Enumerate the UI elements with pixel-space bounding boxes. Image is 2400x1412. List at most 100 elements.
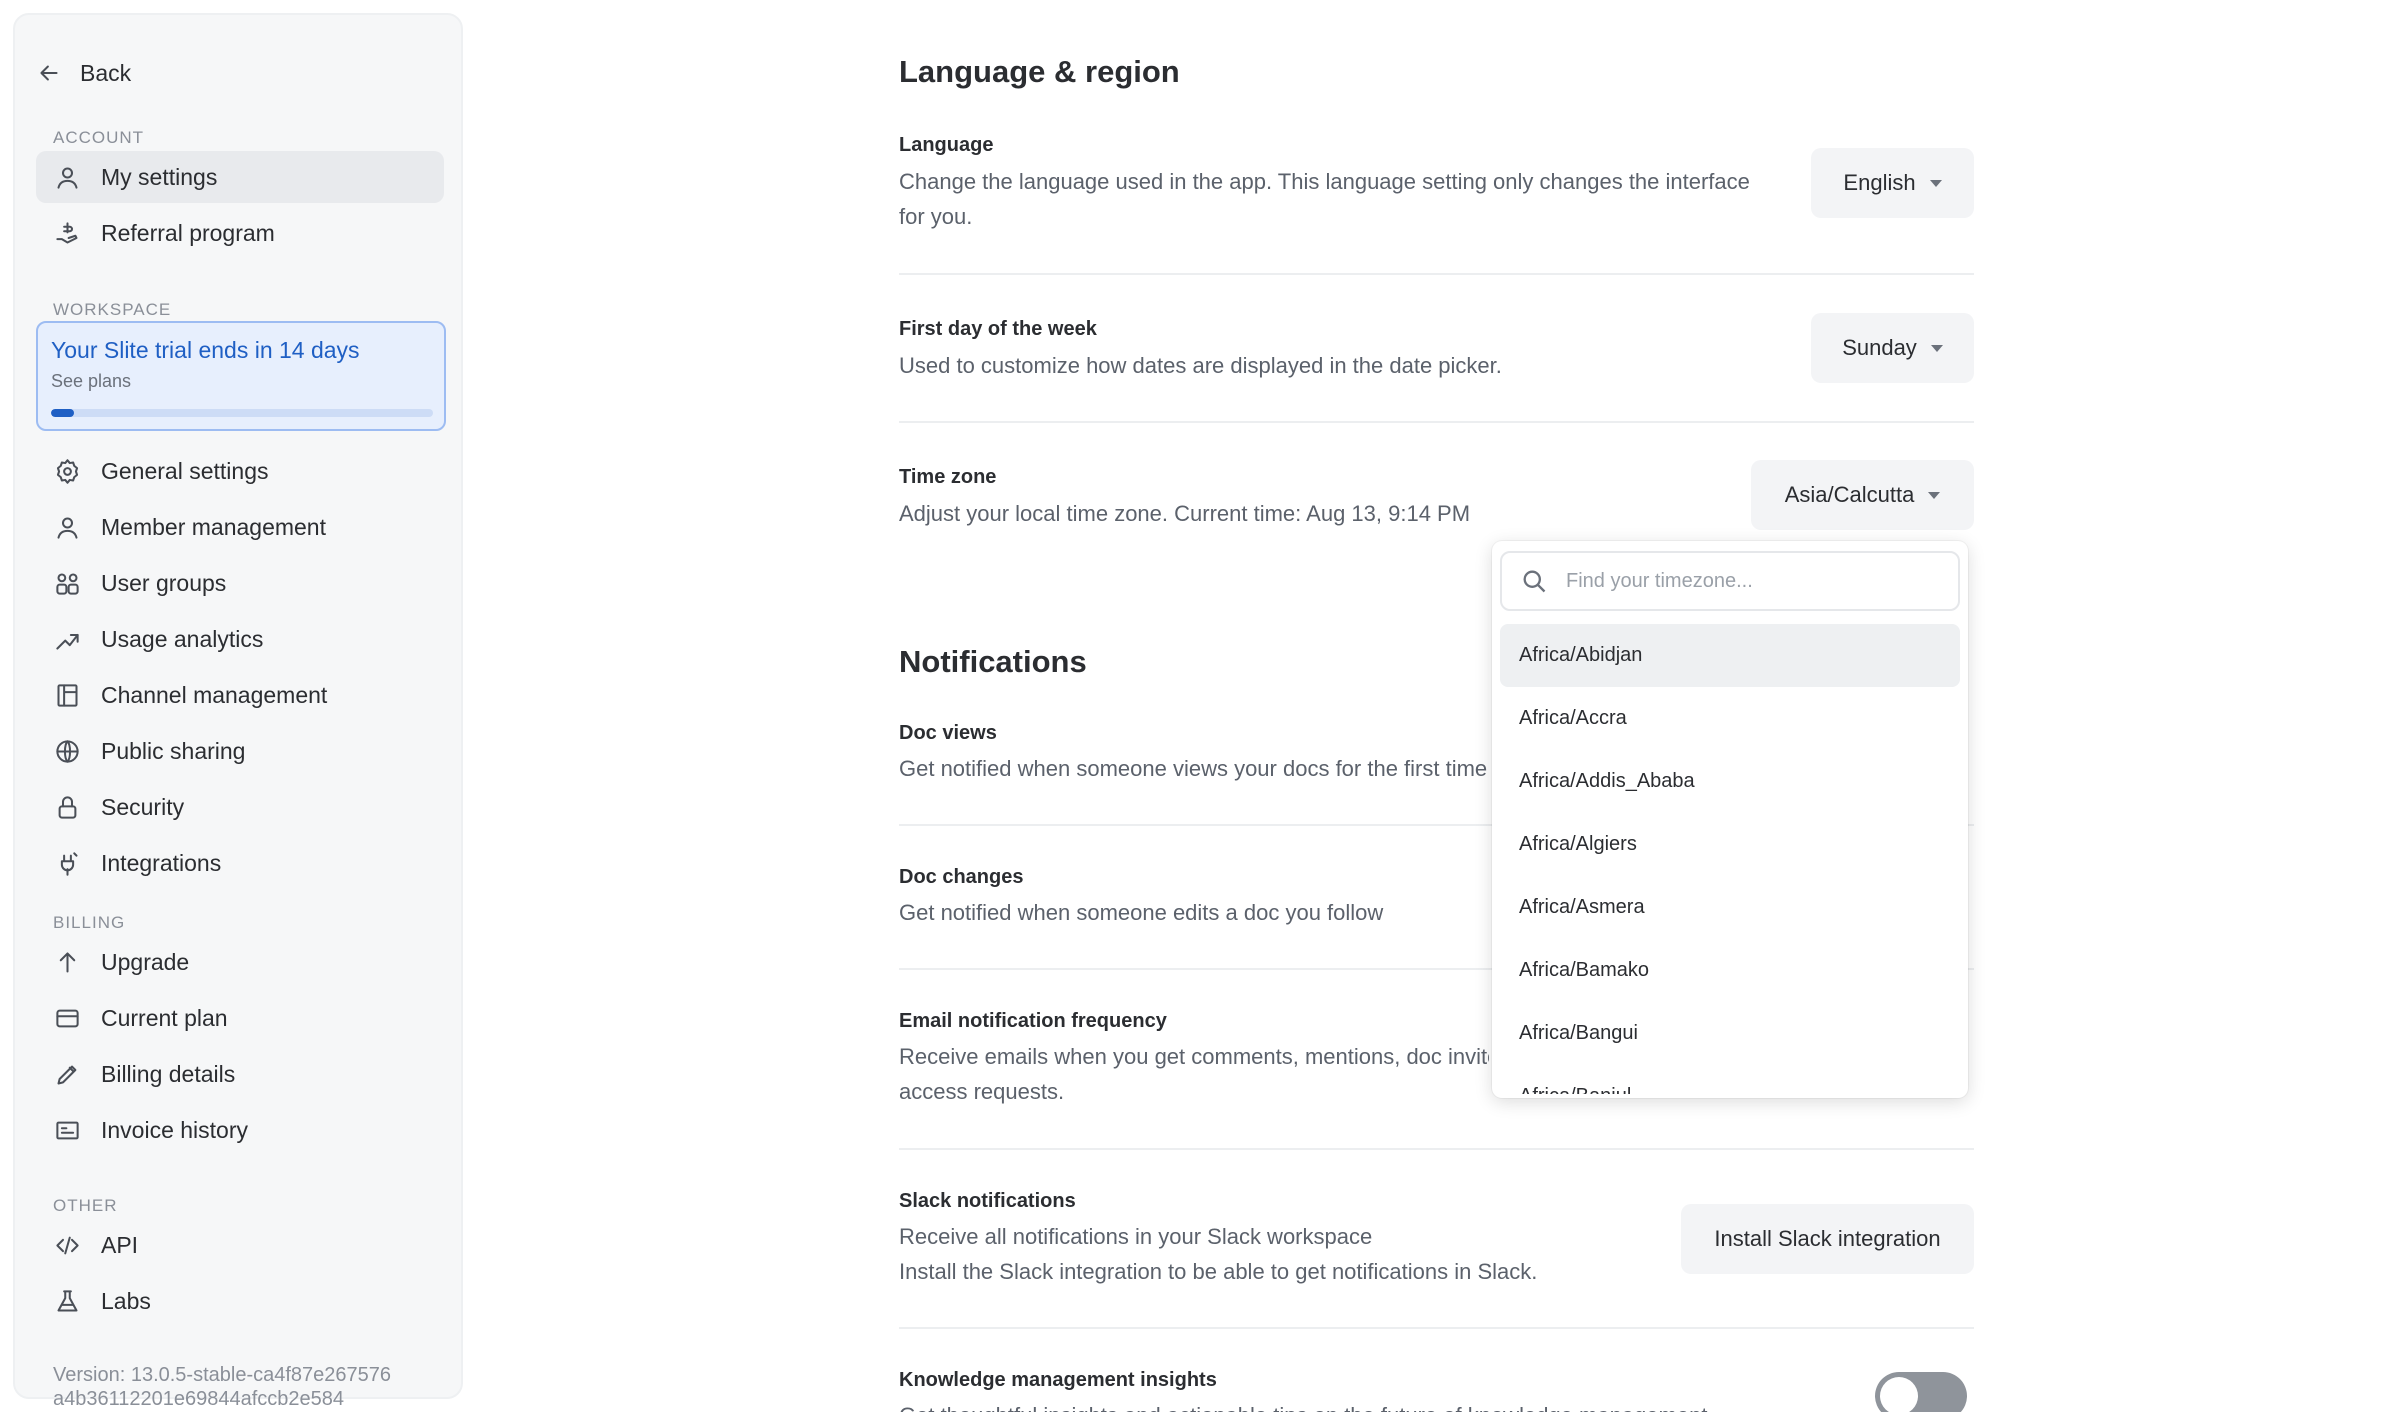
sidebar-item-channel-management[interactable]: Channel management — [36, 669, 444, 721]
setting-desc-line: Install the Slack integration to be able… — [899, 1259, 1538, 1284]
sidebar-item-upgrade[interactable]: Upgrade — [36, 936, 444, 988]
timezone-options-list[interactable]: Africa/Abidjan Africa/Accra Africa/Addis… — [1500, 624, 1960, 1094]
plug-icon — [60, 851, 78, 876]
install-slack-button[interactable]: Install Slack integration — [1681, 1204, 1974, 1274]
setting-desc-doc-views: Get notified when someone views your doc… — [899, 756, 1488, 781]
timezone-search-field[interactable] — [1500, 551, 1960, 611]
sidebar-item-api[interactable]: API — [36, 1219, 444, 1271]
setting-title-email-frequency: Email notification frequency — [899, 1010, 1167, 1032]
sidebar-item-label: API — [101, 1231, 139, 1258]
version-line-1: Version: 13.0.5-stable-ca4f87e267576 — [53, 1364, 392, 1386]
language-select-value: English — [1843, 170, 1916, 195]
arrow-left-icon — [40, 65, 58, 81]
trial-progress-fill — [51, 409, 74, 417]
setting-title-slack: Slack notifications — [899, 1190, 1076, 1212]
sidebar-item-labs[interactable]: Labs — [36, 1275, 444, 1327]
timezone-option[interactable]: Africa/Algiers — [1500, 813, 1960, 876]
sidebar-item-integrations[interactable]: Integrations — [36, 837, 444, 889]
users-icon — [56, 572, 79, 595]
timezone-option[interactable]: Africa/Bangui — [1500, 1002, 1960, 1065]
setting-title-km-insights: Knowledge management insights — [899, 1369, 1217, 1391]
timezone-option[interactable]: Africa/Addis_Ababa — [1500, 750, 1960, 813]
timezone-option[interactable]: Africa/Abidjan — [1500, 624, 1960, 687]
sidebar-item-label: Invoice history — [101, 1116, 249, 1143]
setting-title-timezone: Time zone — [899, 466, 997, 488]
setting-title-doc-changes: Doc changes — [899, 866, 1024, 888]
settings-sidebar: Back ACCOUNT My settings Referral progra… — [13, 13, 463, 1410]
divider — [899, 1327, 1974, 1329]
trial-title: Your Slite trial ends in 14 days — [51, 337, 360, 363]
sidebar-item-label: Public sharing — [101, 737, 246, 764]
setting-desc-line: Receive emails when you get comments, me… — [899, 1044, 1489, 1069]
km-insights-toggle[interactable] — [1875, 1372, 1967, 1412]
timezone-select-value: Asia/Calcutta — [1784, 482, 1915, 507]
sidebar-item-my-settings[interactable]: My settings — [36, 151, 444, 203]
code-icon — [56, 1236, 79, 1254]
toggle-knob — [1880, 1377, 1918, 1412]
timezone-select[interactable]: Asia/Calcutta — [1751, 460, 1974, 530]
flask-icon — [57, 1289, 78, 1312]
arrow-up-icon — [59, 951, 76, 973]
sidebar-item-label: Billing details — [101, 1060, 236, 1087]
sidebar-item-user-groups[interactable]: User groups — [36, 557, 444, 609]
setting-title-language: Language — [899, 134, 994, 156]
timezone-dropdown: Africa/Abidjan Africa/Accra Africa/Addis… — [1492, 541, 1968, 1098]
sidebar-item-usage-analytics[interactable]: Usage analytics — [36, 613, 444, 665]
timezone-search-input[interactable] — [1566, 569, 1946, 593]
sidebar-item-billing-details[interactable]: Billing details — [36, 1048, 444, 1100]
user-icon — [57, 166, 78, 189]
sidebar-item-label: User groups — [101, 569, 227, 596]
setting-desc-timezone: Adjust your local time zone. Current tim… — [899, 501, 1471, 526]
chevron-down-icon — [1928, 491, 1941, 499]
section-heading-notifications: Notifications — [899, 644, 1087, 679]
section-label-billing: BILLING — [53, 913, 126, 932]
sidebar-item-label: Security — [101, 793, 185, 820]
globe-icon — [56, 739, 79, 763]
sidebar-item-invoice-history[interactable]: Invoice history — [36, 1104, 444, 1156]
trial-banner[interactable]: Your Slite trial ends in 14 days See pla… — [36, 321, 446, 431]
first-day-select[interactable]: Sunday — [1811, 313, 1974, 383]
sidebar-item-current-plan[interactable]: Current plan — [36, 992, 444, 1044]
sidebar-item-label: Usage analytics — [101, 625, 264, 652]
section-label-other: OTHER — [53, 1196, 118, 1215]
section-label-workspace: WORKSPACE — [53, 300, 172, 319]
version-line-2: a4b36112201e69844afccb2e584 — [53, 1388, 345, 1410]
setting-desc-line: Change the language used in the app. Thi… — [899, 169, 1750, 194]
sidebar-item-referral-program[interactable]: Referral program — [36, 207, 444, 259]
setting-desc-line: for you. — [899, 204, 973, 229]
trend-icon — [56, 633, 79, 650]
see-plans-link[interactable]: See plans — [51, 371, 131, 392]
language-select[interactable]: English — [1811, 148, 1974, 218]
setting-desc-doc-changes: Get notified when someone edits a doc yo… — [899, 900, 1384, 925]
setting-desc-language: Change the language used in the app. Thi… — [899, 164, 1750, 234]
setting-desc-email-frequency: Receive emails when you get comments, me… — [899, 1039, 1489, 1109]
user-icon — [57, 516, 78, 539]
sidebar-item-member-management[interactable]: Member management — [36, 501, 444, 553]
divider — [899, 421, 1974, 423]
setting-desc-slack: Receive all notifications in your Slack … — [899, 1219, 1537, 1289]
back-label: Back — [80, 59, 132, 86]
chevron-down-icon — [1929, 179, 1942, 187]
sidebar-item-label: Current plan — [101, 1004, 228, 1031]
sidebar-item-label: Member management — [101, 513, 326, 540]
timezone-option[interactable]: Africa/Banjul — [1500, 1065, 1960, 1094]
section-heading-language-region: Language & region — [899, 54, 1180, 89]
setting-title-doc-views: Doc views — [899, 722, 997, 744]
sidebar-item-public-sharing[interactable]: Public sharing — [36, 725, 444, 777]
sidebar-item-label: Channel management — [101, 681, 328, 708]
setting-desc-first-day: Used to customize how dates are displaye… — [899, 353, 1502, 378]
sidebar-item-label: Integrations — [101, 849, 222, 876]
setting-title-first-day: First day of the week — [899, 318, 1097, 340]
hand-gift-icon — [56, 221, 78, 244]
timezone-option[interactable]: Africa/Bamako — [1500, 939, 1960, 1002]
back-button[interactable]: Back — [36, 47, 131, 99]
timezone-option[interactable]: Africa/Asmera — [1500, 876, 1960, 939]
sidebar-item-security[interactable]: Security — [36, 781, 444, 833]
setting-desc-km-insights: Get thoughtful insights and actionable t… — [899, 1398, 1749, 1412]
setting-desc-line: access requests. — [899, 1079, 1065, 1104]
timezone-option[interactable]: Africa/Accra — [1500, 687, 1960, 750]
sidebar-item-general-settings[interactable]: General settings — [36, 445, 444, 497]
sidebar-item-label: Labs — [101, 1287, 151, 1314]
receipt-icon — [56, 1121, 79, 1139]
sidebar-item-label: Referral program — [101, 219, 275, 246]
